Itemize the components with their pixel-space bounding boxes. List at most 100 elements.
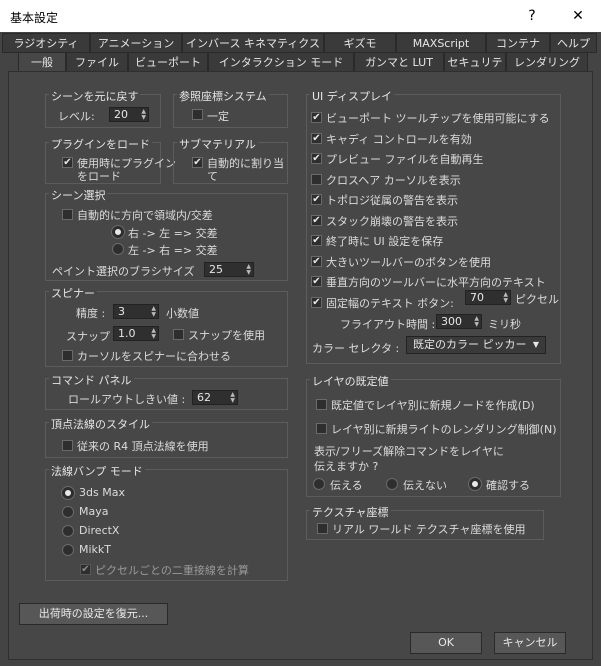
ui-display-option-label: クロスヘア カーソルを表示 [326, 173, 461, 187]
chevron-down-icon: ▼ [532, 340, 539, 349]
use-snap-label: スナップを使用 [188, 329, 265, 342]
color-selector-dropdown[interactable]: 既定のカラー ピッカー ▼ [406, 336, 546, 354]
bump-maya-radio[interactable] [62, 506, 74, 518]
scene-select-title: シーン選択 [49, 187, 108, 203]
undo-level-label: レベル: [58, 110, 95, 123]
bump-3dsmax-label: 3ds Max [79, 486, 125, 499]
help-button[interactable]: ? [510, 0, 554, 32]
precision-spinner[interactable]: 3 ▲ ▼ [113, 304, 159, 319]
propagate-prompt-line1: 表示/フリーズ解除コマンドをレイヤに [314, 445, 504, 458]
ms-unit-label: ミリ秒 [488, 318, 521, 331]
ui-display-option-label: 垂直方向のツールバーに水平方向のテキスト [326, 276, 546, 289]
bump-mikkt-radio[interactable] [62, 544, 74, 556]
bump-directx-radio[interactable] [62, 525, 74, 537]
tab-row1-5[interactable]: コンテナ [486, 33, 550, 53]
propagate-yes-label: 伝える [330, 479, 363, 492]
constant-label: 一定 [207, 110, 229, 123]
propagate-ask-radio[interactable] [469, 478, 481, 490]
brush-size-label: ペイント選択のブラシサイズ [52, 265, 195, 278]
ui-display-option-label: スタック崩壊の警告を表示 [326, 214, 458, 228]
ui-display-checkbox[interactable]: ✔ [311, 276, 322, 287]
new-node-checkbox[interactable] [316, 399, 327, 410]
decimal-label: 小数値 [166, 307, 199, 320]
tab-row1-3[interactable]: ギズモ [324, 33, 396, 53]
tab-row2-2[interactable]: ビューポート [128, 52, 208, 72]
ui-display-option-label: キャディ コントロールを有効 [326, 132, 472, 146]
ui-display-checkbox[interactable]: ✔ [311, 235, 322, 246]
cancel-button[interactable]: キャンセル [494, 632, 566, 654]
rtl-label: 右 -> 左 => 交差 [128, 227, 218, 240]
flyout-time-spinner[interactable]: 300 ▲ ▼ [436, 314, 482, 329]
auto-assign-checkbox[interactable]: ✔ [192, 157, 203, 168]
bump-directx-label: DirectX [79, 524, 120, 537]
tab-row2-0[interactable]: 一般 [18, 52, 66, 72]
ui-display-option-label: 固定幅のテキスト ボタン: [326, 296, 454, 310]
plugin-title: プラグインをロード [49, 136, 152, 152]
wrap-cursor-checkbox[interactable] [62, 350, 73, 361]
auto-assign-label-2: て [207, 170, 218, 183]
r4-normals-checkbox[interactable] [62, 440, 73, 451]
per-pixel-tangent-checkbox[interactable]: ✔ [80, 564, 91, 575]
constant-checkbox[interactable] [192, 109, 203, 120]
propagate-no-label: 伝えない [403, 479, 447, 492]
r4-normals-label: 従来の R4 頂点法線を使用 [77, 440, 209, 453]
ltr-radio[interactable] [112, 243, 124, 255]
new-node-label: 既定値でレイヤ別に新規ノードを作成(D) [331, 399, 535, 412]
spinner-title: スピナー [49, 285, 97, 301]
auto-direction-checkbox[interactable] [62, 209, 73, 220]
rtl-radio[interactable] [112, 226, 124, 238]
use-snap-checkbox[interactable] [173, 329, 184, 340]
flyout-time-label: フライアウト時間 : [340, 318, 436, 331]
propagate-no-radio[interactable] [386, 478, 398, 490]
ui-display-option-label: トポロジ従属の警告を表示 [326, 194, 458, 207]
snap-spinner[interactable]: 1.0 ▲ ▼ [113, 326, 159, 341]
real-world-checkbox[interactable] [317, 523, 328, 534]
command-panel-title: コマンド パネル [49, 372, 134, 388]
load-on-use-label-2: をロード [77, 170, 121, 183]
tab-row1-1[interactable]: アニメーション [90, 33, 182, 53]
tab-row2-3[interactable]: インタラクション モード [208, 52, 354, 72]
restore-defaults-button[interactable]: 出荷時の設定を復元... [19, 603, 168, 625]
tab-row2-5[interactable]: セキュリティ [444, 52, 506, 89]
undo-title: シーンを元に戻す [49, 88, 141, 104]
texture-coords-title: テクスチャ座標 [310, 504, 391, 520]
rollout-label: ロールアウトしきい値 : [68, 393, 186, 406]
color-selector-value: 既定のカラー ピッカー [413, 338, 527, 351]
close-icon[interactable]: ✕ [556, 0, 600, 32]
layer-defaults-title: レイヤの既定値 [310, 373, 391, 389]
rollout-spinner[interactable]: 62 ▲ ▼ [192, 390, 238, 405]
tab-row1-4[interactable]: MAXScript [396, 33, 486, 53]
new-light-checkbox[interactable] [316, 423, 327, 434]
ui-display-checkbox[interactable] [311, 173, 322, 185]
tab-row1-2[interactable]: インバース キネマティクス [182, 33, 324, 53]
propagate-ask-label: 確認する [486, 479, 530, 492]
ui-display-checkbox[interactable]: ✔ [311, 214, 322, 226]
wrap-cursor-label: カーソルをスピナーに合わせる [77, 350, 231, 363]
bump-mikkt-label: MikkT [79, 543, 112, 556]
tab-row2-4[interactable]: ガンマと LUT [354, 52, 444, 72]
auto-assign-label-1: 自動的に割り当 [207, 157, 284, 170]
normal-bump-title: 法線バンプ モード [49, 463, 145, 479]
undo-level-spinner[interactable]: 20 ▲ ▼ [109, 107, 149, 122]
brush-size-spinner[interactable]: 25 ▲ ▼ [204, 262, 254, 277]
auto-direction-label: 自動的に方向で領域内/交差 [77, 209, 213, 222]
ui-display-checkbox[interactable]: ✔ [311, 132, 322, 144]
propagate-yes-radio[interactable] [313, 478, 325, 490]
window-title: 基本設定 [10, 11, 59, 25]
ui-display-checkbox[interactable]: ✔ [311, 153, 322, 164]
tab-row1-0[interactable]: ラジオシティ [2, 33, 90, 53]
fixed-width-spinner[interactable]: 70 ▲ ▼ [465, 290, 511, 305]
color-selector-label: カラー セレクタ : [312, 342, 400, 355]
ok-button[interactable]: OK [410, 632, 482, 654]
ui-display-checkbox[interactable]: ✔ [311, 194, 322, 205]
tab-row2-6[interactable]: レンダリング [506, 52, 588, 72]
ui-display-checkbox[interactable]: ✔ [311, 255, 322, 267]
ui-display-checkbox[interactable]: ✔ [311, 112, 322, 123]
tab-row1-6[interactable]: ヘルプ [550, 33, 597, 53]
vertex-normal-title: 頂点法線のスタイル [49, 416, 152, 432]
tab-row2-1[interactable]: ファイル [66, 52, 128, 72]
title-bar: 基本設定 ? ✕ [0, 0, 601, 32]
load-on-use-checkbox[interactable]: ✔ [62, 157, 73, 168]
bump-3dsmax-radio[interactable] [62, 487, 74, 499]
ui-display-checkbox[interactable]: ✔ [311, 296, 322, 308]
